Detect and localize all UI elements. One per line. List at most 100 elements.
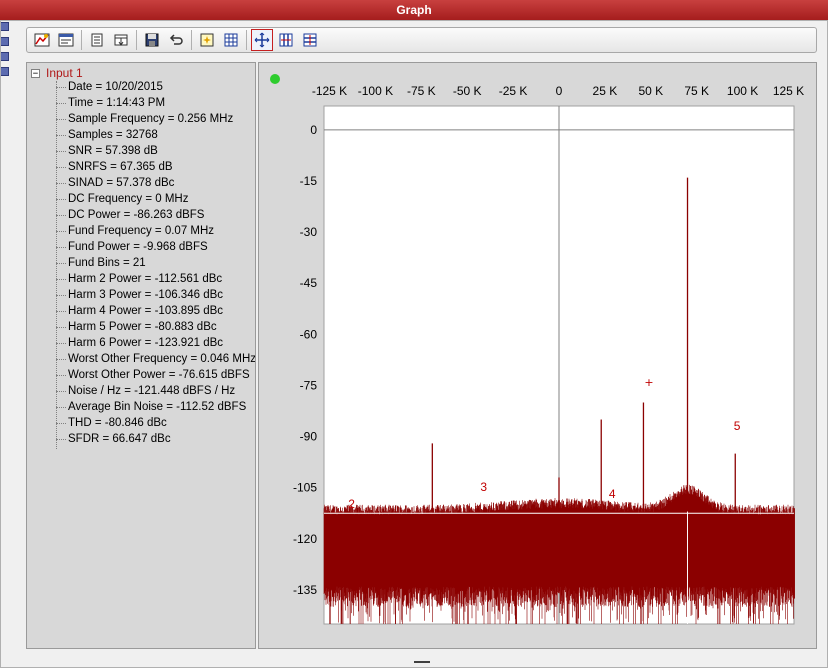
dock-tab[interactable]	[0, 67, 9, 76]
chart-properties-icon	[34, 33, 50, 47]
tree-branch-line	[56, 438, 66, 440]
tree-item[interactable]: SINAD = 57.378 dBc	[56, 175, 255, 191]
resize-grip[interactable]	[414, 661, 430, 663]
x-tick-label: -125 K	[312, 84, 347, 98]
window-title-bar: Graph	[0, 0, 828, 21]
results-tree-panel[interactable]: − Input 1 Date = 10/20/2015 Time = 1:14:4…	[26, 62, 256, 649]
y-axis-labels: 0 -15 -30 -45 -60 -75 -90 -105 -120 -135	[293, 123, 317, 597]
tree-item[interactable]: Worst Other Power = -76.615 dBFS	[56, 367, 255, 383]
tree-item[interactable]: Fund Bins = 21	[56, 255, 255, 271]
tree-item-label: THD = -80.846 dBc	[68, 417, 167, 429]
tree-item-list: Date = 10/20/2015 Time = 1:14:43 PM Sample…	[56, 79, 256, 447]
tree-item-label: Average Bin Noise = -112.52 dBFS	[68, 401, 247, 413]
tree-item[interactable]: Time = 1:14:43 PM	[56, 95, 255, 111]
tree-branch-line	[56, 422, 66, 424]
tree-item-label: SNR = 57.398 dB	[68, 145, 158, 157]
tree-item[interactable]: Fund Power = -9.968 dBFS	[56, 239, 255, 255]
dock-tab[interactable]	[0, 37, 9, 46]
list-view-button[interactable]	[86, 29, 108, 51]
tree-item-label: Harm 4 Power = -103.895 dBc	[68, 305, 224, 317]
tree-item[interactable]: Noise / Hz = -121.448 dBFS / Hz	[56, 383, 255, 399]
tree-branch-line	[56, 294, 66, 296]
tree-item-label: Worst Other Frequency = 0.046 MHz	[68, 353, 256, 365]
export-table-button[interactable]	[110, 29, 132, 51]
list-icon	[91, 33, 103, 47]
tree-branch-line	[56, 246, 66, 248]
tree-item[interactable]: Harm 4 Power = -103.895 dBc	[56, 303, 255, 319]
y-tick-label: -15	[300, 174, 318, 188]
tree-item[interactable]: Samples = 32768	[56, 127, 255, 143]
tree-item-label: SINAD = 57.378 dBc	[68, 177, 175, 189]
tree-item[interactable]: Sample Frequency = 0.256 MHz	[56, 111, 255, 127]
tree-item[interactable]: DC Frequency = 0 MHz	[56, 191, 255, 207]
collapse-toggle[interactable]: −	[31, 68, 40, 78]
tree-branch-line	[56, 102, 66, 104]
tree-item-label: Time = 1:14:43 PM	[68, 97, 166, 109]
undo-arrow-icon	[169, 34, 183, 45]
status-led-icon	[270, 74, 280, 84]
graph-panel[interactable]: -125 K -100 K -75 K -50 K -25 K 0 25 K 50 K 75 K…	[258, 62, 817, 649]
tree-branch-line	[56, 358, 66, 360]
tree-branch-line	[56, 262, 66, 264]
tree-branch-line	[56, 342, 66, 344]
toolbar-separator	[246, 30, 247, 50]
spectrum-chart[interactable]: -125 K -100 K -75 K -50 K -25 K 0 25 K 50 K 75 K…	[259, 63, 816, 648]
tree-item[interactable]: Date = 10/20/2015	[56, 79, 255, 95]
tree-item-label: Harm 5 Power = -80.883 dBc	[68, 321, 217, 333]
toolbar-separator	[136, 30, 137, 50]
tree-item-label: DC Frequency = 0 MHz	[68, 193, 189, 205]
status-bar	[0, 652, 828, 668]
y-tick-label: -120	[293, 532, 317, 546]
y-tick-label: -45	[300, 276, 318, 290]
chart-properties-button[interactable]	[31, 29, 53, 51]
tree-item[interactable]: Worst Other Frequency = 0.046 MHz	[56, 351, 256, 367]
tree-item-label: Date = 10/20/2015	[68, 81, 163, 93]
dock-tab[interactable]	[0, 52, 9, 61]
tree-branch-line	[56, 278, 66, 280]
tree-branch-line	[56, 214, 66, 216]
window-layout-button[interactable]	[55, 29, 77, 51]
zoom-y-button[interactable]	[299, 29, 321, 51]
x-tick-label: -25 K	[499, 84, 528, 98]
autoscale-button[interactable]	[196, 29, 218, 51]
tree-item[interactable]: Harm 3 Power = -106.346 dBc	[56, 287, 255, 303]
tree-root-label[interactable]: Input 1	[46, 66, 83, 80]
tree-item[interactable]: Harm 5 Power = -80.883 dBc	[56, 319, 255, 335]
graph-toolbar	[26, 27, 817, 53]
pan-button[interactable]	[251, 29, 273, 51]
undo-button[interactable]	[165, 29, 187, 51]
x-tick-label: 125 K	[773, 84, 804, 98]
tree-item[interactable]: Harm 2 Power = -112.561 dBc	[56, 271, 255, 287]
x-tick-label: 0	[556, 84, 563, 98]
tree-item[interactable]: DC Power = -86.263 dBFS	[56, 207, 255, 223]
toolbar-separator	[81, 30, 82, 50]
tree-branch-line	[56, 150, 66, 152]
tree-item[interactable]: THD = -80.846 dBc	[56, 415, 255, 431]
tree-item-label: Harm 2 Power = -112.561 dBc	[68, 273, 223, 285]
window-title: Graph	[396, 3, 432, 17]
tree-item-label: Fund Power = -9.968 dBFS	[68, 241, 208, 253]
tree-item-label: Fund Frequency = 0.07 MHz	[68, 225, 215, 237]
y-tick-label: -90	[300, 430, 318, 444]
tree-item-label: Harm 6 Power = -123.921 dBc	[68, 337, 224, 349]
zoom-x-button[interactable]	[275, 29, 297, 51]
tree-item[interactable]: SNR = 57.398 dB	[56, 143, 255, 159]
dock-tab[interactable]	[0, 22, 9, 31]
tree-item-label: Sample Frequency = 0.256 MHz	[68, 113, 234, 125]
autoscale-icon	[200, 33, 214, 47]
tree-branch-line	[56, 390, 66, 392]
tree-item-label: Samples = 32768	[68, 129, 158, 141]
tree-item[interactable]: Harm 6 Power = -123.921 dBc	[56, 335, 255, 351]
tree-item[interactable]: Fund Frequency = 0.07 MHz	[56, 223, 255, 239]
save-button[interactable]	[141, 29, 163, 51]
tree-branch-line	[56, 86, 66, 88]
grid-toggle-button[interactable]	[220, 29, 242, 51]
tree-item[interactable]: SNRFS = 67.365 dB	[56, 159, 255, 175]
y-tick-label: -30	[300, 225, 318, 239]
x-tick-label: 75 K	[684, 84, 709, 98]
tree-item[interactable]: Average Bin Noise = -112.52 dBFS	[56, 399, 255, 415]
x-tick-label: -100 K	[358, 84, 393, 98]
x-tick-label: -75 K	[407, 84, 436, 98]
tree-branch-line	[56, 166, 66, 168]
tree-item[interactable]: SFDR = 66.647 dBc	[56, 431, 255, 447]
